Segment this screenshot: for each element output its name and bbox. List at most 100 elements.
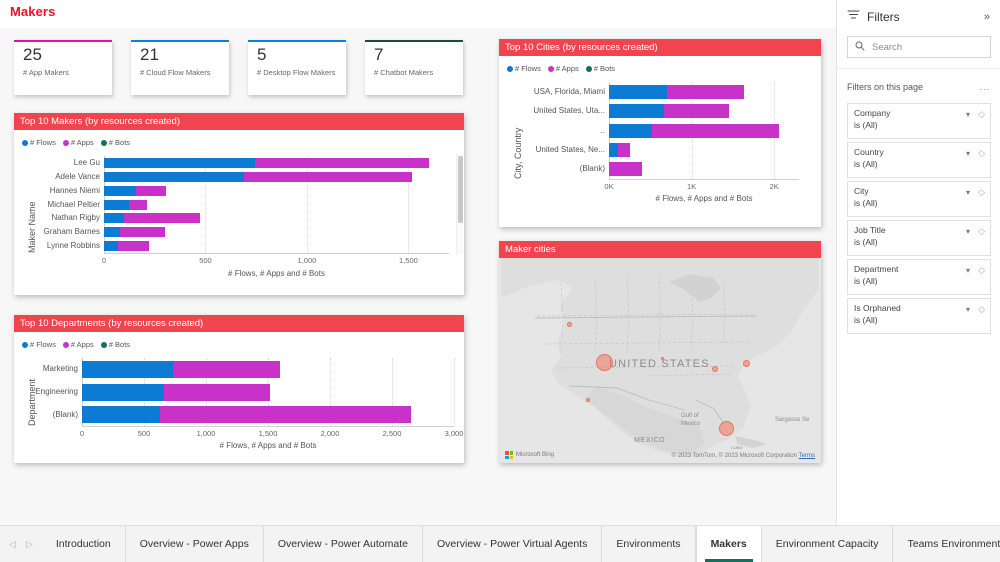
tab-overview-power-apps[interactable]: Overview - Power Apps xyxy=(126,526,264,562)
map-data-bubble[interactable] xyxy=(567,322,572,327)
bar-segment-flows[interactable] xyxy=(609,143,618,157)
kpi-card-4[interactable]: 7# Chatbot Makers xyxy=(365,40,463,95)
bar-segment-flows[interactable] xyxy=(609,104,664,118)
filter-card-is-orphaned[interactable]: Is Orphanedis (All)▾◇ xyxy=(847,298,991,334)
clear-filter-icon[interactable]: ◇ xyxy=(978,148,985,159)
chevron-down-icon[interactable]: ▾ xyxy=(966,149,970,158)
map-data-bubble[interactable] xyxy=(596,354,613,371)
visual-top-makers[interactable]: Top 10 Makers (by resources created) # F… xyxy=(14,113,464,295)
visual-maker-cities-map[interactable]: Maker cities xyxy=(499,241,821,463)
chevron-down-icon[interactable]: ▾ xyxy=(966,227,970,236)
bar-segment-flows[interactable] xyxy=(82,361,173,378)
clear-filter-icon[interactable]: ◇ xyxy=(978,304,985,315)
tab-overview-power-automate[interactable]: Overview - Power Automate xyxy=(264,526,423,562)
visual-top-departments[interactable]: Top 10 Departments (by resources created… xyxy=(14,315,464,463)
bar-segment-flows[interactable] xyxy=(82,406,160,423)
visual-top-cities[interactable]: Top 10 Cities (by resources created) # F… xyxy=(499,39,821,227)
filter-field-name: Company xyxy=(854,108,984,119)
bar-segment-apps[interactable] xyxy=(652,124,779,138)
legend-item-1[interactable]: # Flows xyxy=(507,64,541,73)
legend-item-3[interactable]: # Bots xyxy=(586,64,615,73)
legend-item-2[interactable]: # Apps xyxy=(63,340,94,349)
kpi-card-1[interactable]: 25# App Makers xyxy=(14,40,112,95)
tab-overview-power-virtual-agents[interactable]: Overview - Power Virtual Agents xyxy=(423,526,602,562)
bar-segment-flows[interactable] xyxy=(104,158,255,168)
bar-segment-flows[interactable] xyxy=(104,172,244,182)
legend-label: # Apps xyxy=(71,138,94,147)
map-data-bubble[interactable] xyxy=(719,421,734,436)
filter-card-company[interactable]: Companyis (All)▾◇ xyxy=(847,103,991,139)
filter-card-job-title[interactable]: Job Titleis (All)▾◇ xyxy=(847,220,991,256)
tab-environment-capacity[interactable]: Environment Capacity xyxy=(762,526,894,562)
filter-card-department[interactable]: Departmentis (All)▾◇ xyxy=(847,259,991,295)
chart-top-departments[interactable]: # Flows# Apps# BotsMarketingEngineering(… xyxy=(14,332,464,463)
filters-search[interactable]: Search xyxy=(847,36,991,58)
bar-segment-flows[interactable] xyxy=(104,200,129,210)
filters-more-options-icon[interactable]: ... xyxy=(979,82,990,92)
category-label: Adele Vance xyxy=(16,172,100,181)
filter-card-country[interactable]: Countryis (All)▾◇ xyxy=(847,142,991,178)
bar-segment-apps[interactable] xyxy=(173,361,281,378)
map-data-bubble[interactable] xyxy=(661,357,664,360)
bar-segment-apps[interactable] xyxy=(255,158,429,168)
bar-segment-apps[interactable] xyxy=(667,85,744,99)
chart-top-makers[interactable]: # Flows# Apps# BotsLee GuAdele VanceHann… xyxy=(14,130,464,295)
chevron-down-icon[interactable]: ▾ xyxy=(966,305,970,314)
legend-item-3[interactable]: # Bots xyxy=(101,138,130,147)
chevron-down-icon[interactable]: ▾ xyxy=(966,266,970,275)
bar-segment-apps[interactable] xyxy=(160,406,411,423)
bar-segment-apps[interactable] xyxy=(609,162,642,176)
tab-prev-icon[interactable]: ◁ xyxy=(9,539,16,550)
chevron-down-icon[interactable]: ▾ xyxy=(966,188,970,197)
kpi-label: # Chatbot Makers xyxy=(374,68,433,77)
bar-segment-apps[interactable] xyxy=(124,213,200,223)
map-body[interactable]: UNITED STATESMEXICOGulf ofMexicoSargasso… xyxy=(499,258,821,463)
tab-teams-environments[interactable]: Teams Environments xyxy=(893,526,1000,562)
bar-segment-flows[interactable] xyxy=(104,186,136,196)
tab-nav-arrows[interactable]: ◁ ▷ xyxy=(0,526,42,562)
bar-segment-flows[interactable] xyxy=(609,124,652,138)
legend-item-3[interactable]: # Bots xyxy=(101,340,130,349)
expand-pane-icon[interactable]: » xyxy=(984,11,990,23)
chevron-down-icon[interactable]: ▾ xyxy=(966,110,970,119)
map-terms-link[interactable]: Terms xyxy=(799,453,815,459)
filter-card-city[interactable]: Cityis (All)▾◇ xyxy=(847,181,991,217)
legend-item-1[interactable]: # Flows xyxy=(22,340,56,349)
y-axis-title: City, Country xyxy=(513,128,523,179)
bar-segment-apps[interactable] xyxy=(136,186,165,196)
clear-filter-icon[interactable]: ◇ xyxy=(978,265,985,276)
bar-segment-apps[interactable] xyxy=(664,104,729,118)
bar-segment-flows[interactable] xyxy=(104,227,120,237)
bar-segment-apps[interactable] xyxy=(244,172,412,182)
kpi-card-3[interactable]: 5# Desktop Flow Makers xyxy=(248,40,346,95)
tab-introduction[interactable]: Introduction xyxy=(42,526,126,562)
legend-item-2[interactable]: # Apps xyxy=(63,138,94,147)
bar-segment-flows[interactable] xyxy=(82,384,164,401)
kpi-accent-bar xyxy=(248,40,346,42)
bar-segment-apps[interactable] xyxy=(618,143,630,157)
map-data-bubble[interactable] xyxy=(712,366,718,372)
bar-segment-apps[interactable] xyxy=(118,241,149,251)
legend-item-2[interactable]: # Apps xyxy=(548,64,579,73)
chart-vertical-scrollbar[interactable] xyxy=(456,154,463,255)
clear-filter-icon[interactable]: ◇ xyxy=(978,187,985,198)
clear-filter-icon[interactable]: ◇ xyxy=(978,109,985,120)
map-data-bubble[interactable] xyxy=(586,398,590,402)
bing-map[interactable]: UNITED STATESMEXICOGulf ofMexicoSargasso… xyxy=(499,258,821,463)
scrollbar-thumb[interactable] xyxy=(458,156,463,223)
clear-filter-icon[interactable]: ◇ xyxy=(978,226,985,237)
tab-environments[interactable]: Environments xyxy=(602,526,695,562)
bar-segment-flows[interactable] xyxy=(104,241,118,251)
bar-segment-apps[interactable] xyxy=(120,227,165,237)
map-data-bubble[interactable] xyxy=(743,360,750,367)
chart-top-cities[interactable]: # Flows# Apps# BotsUSA, Florida, MiamiUn… xyxy=(499,56,821,227)
tab-makers[interactable]: Makers xyxy=(696,526,762,562)
filter-field-value: is (All) xyxy=(854,275,984,287)
bar-segment-apps[interactable] xyxy=(164,384,269,401)
bar-segment-apps[interactable] xyxy=(129,200,146,210)
kpi-card-2[interactable]: 21# Cloud Flow Makers xyxy=(131,40,229,95)
bar-segment-flows[interactable] xyxy=(104,213,124,223)
tab-next-icon[interactable]: ▷ xyxy=(26,539,33,550)
legend-item-1[interactable]: # Flows xyxy=(22,138,56,147)
bar-segment-flows[interactable] xyxy=(609,85,667,99)
